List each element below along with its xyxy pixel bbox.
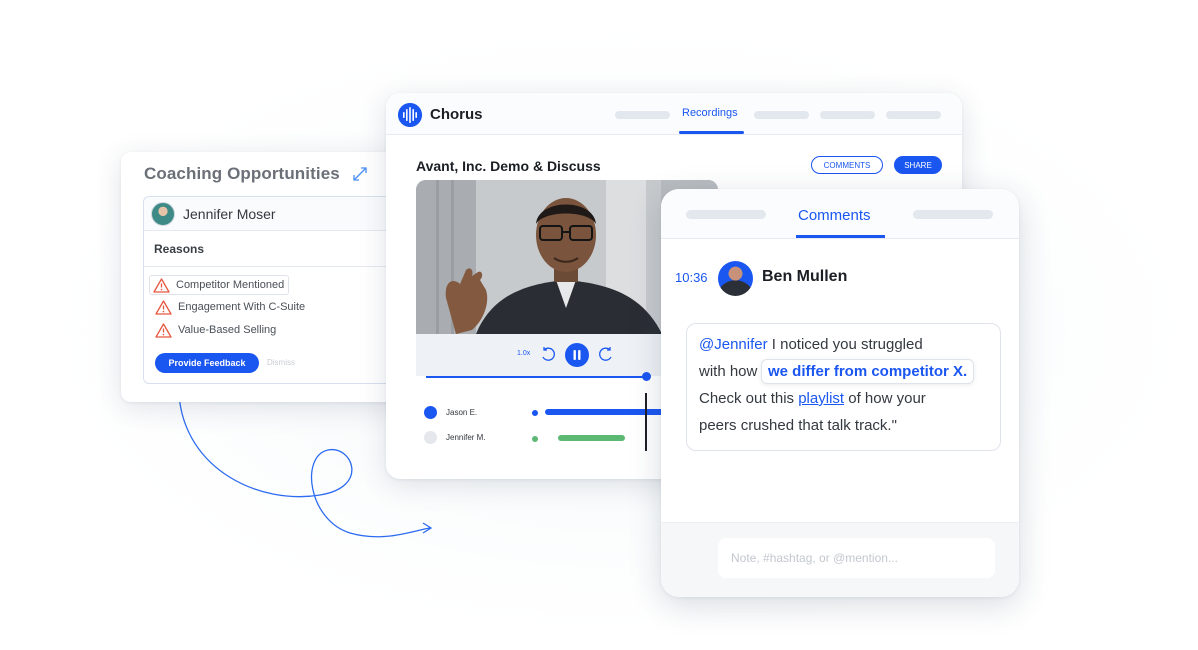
- comment-line: with how: [699, 363, 758, 380]
- comment-input[interactable]: [718, 538, 995, 578]
- progress-handle[interactable]: [642, 372, 651, 381]
- tab-comments[interactable]: Comments: [798, 207, 871, 224]
- comment-author: Ben Mullen: [762, 268, 848, 285]
- nav-item-placeholder[interactable]: [615, 111, 670, 119]
- mention[interactable]: @Jennifer: [699, 336, 768, 353]
- stage: Coaching Opportunities Jennifer Moser Re…: [0, 0, 1198, 650]
- tab-placeholder[interactable]: [913, 210, 993, 219]
- expand-icon[interactable]: [350, 164, 370, 184]
- pause-icon: [573, 350, 581, 360]
- speaker-row: Jennifer M.: [424, 431, 486, 444]
- reason-label: Competitor Mentioned: [176, 279, 285, 291]
- comment-text: of how your: [844, 390, 926, 407]
- chorus-logo-text: Chorus: [430, 106, 483, 123]
- provide-feedback-button[interactable]: Provide Feedback: [155, 353, 259, 373]
- tab-active-indicator: [796, 235, 885, 238]
- reason-label: Value-Based Selling: [178, 324, 277, 336]
- speaker-name: Jason E.: [446, 408, 478, 417]
- speaker-row: Jason E.: [424, 406, 477, 419]
- playback-speed[interactable]: 1.0x: [517, 350, 530, 357]
- chorus-top-bar: Chorus Recordings: [386, 93, 962, 135]
- nav-active-indicator: [679, 131, 744, 134]
- speaker-track-dot: [532, 410, 538, 416]
- reason-item[interactable]: Competitor Mentioned: [149, 275, 290, 295]
- chorus-logo-icon: [398, 103, 422, 127]
- reason-item[interactable]: Engagement With C-Suite: [152, 297, 305, 317]
- highlighted-phrase: we differ from competitor X.: [761, 359, 975, 384]
- playlist-link[interactable]: playlist: [798, 390, 844, 407]
- comment-text: Check out this: [699, 390, 795, 407]
- dismiss-link[interactable]: Dismiss: [267, 358, 295, 367]
- comment-line: peers crushed that talk track.": [699, 417, 897, 434]
- avatar: [718, 261, 753, 296]
- share-button[interactable]: SHARE: [894, 156, 942, 174]
- comments-button[interactable]: COMMENTS: [811, 156, 883, 174]
- speaker-color-dot: [424, 431, 437, 444]
- speaker-color-dot: [424, 406, 437, 419]
- meeting-title: Avant, Inc. Demo & Discuss: [416, 158, 601, 174]
- warning-icon: [155, 322, 172, 338]
- comment-line: @Jennifer I noticed you struggled: [699, 336, 923, 353]
- comments-card: Comments 10:36 Ben Mullen @Jennifer I no…: [661, 189, 1019, 597]
- nav-item-recordings[interactable]: Recordings: [682, 107, 738, 119]
- tab-placeholder[interactable]: [686, 210, 766, 219]
- comment-bubble: @Jennifer I noticed you struggled with h…: [686, 323, 1001, 451]
- warning-icon: [155, 299, 172, 315]
- forward-icon[interactable]: [597, 345, 615, 363]
- pause-button[interactable]: [565, 343, 589, 367]
- comment-line: Check out this playlist of how your: [699, 390, 926, 407]
- warning-icon: [153, 277, 170, 293]
- coaching-card: Coaching Opportunities Jennifer Moser Re…: [121, 152, 411, 402]
- person-name: Jennifer Moser: [183, 205, 276, 222]
- speaker-track-dot: [532, 436, 538, 442]
- speaker-track[interactable]: [545, 409, 665, 415]
- nav-item-placeholder[interactable]: [754, 111, 809, 119]
- coaching-title: Coaching Opportunities: [144, 164, 340, 183]
- reasons-heading: Reasons: [144, 231, 411, 267]
- speaker-name: Jennifer M.: [446, 433, 486, 442]
- progress-bar[interactable]: [426, 376, 648, 378]
- reason-label: Engagement With C-Suite: [178, 301, 306, 313]
- coaching-person-row[interactable]: Jennifer Moser: [144, 197, 411, 231]
- speaker-track[interactable]: [558, 435, 625, 441]
- timeline-cursor: [645, 393, 647, 451]
- coaching-panel: Jennifer Moser Reasons Competitor Mentio…: [143, 196, 411, 384]
- avatar: [151, 201, 175, 226]
- comments-top-bar: Comments: [661, 189, 1019, 239]
- comment-text: I noticed you struggled: [767, 336, 923, 353]
- comment-composer: [661, 522, 1019, 597]
- rewind-icon[interactable]: [539, 345, 557, 363]
- nav-item-placeholder[interactable]: [886, 111, 941, 119]
- nav-item-placeholder[interactable]: [820, 111, 875, 119]
- comment-timestamp[interactable]: 10:36: [675, 270, 708, 285]
- reason-item[interactable]: Value-Based Selling: [152, 320, 276, 340]
